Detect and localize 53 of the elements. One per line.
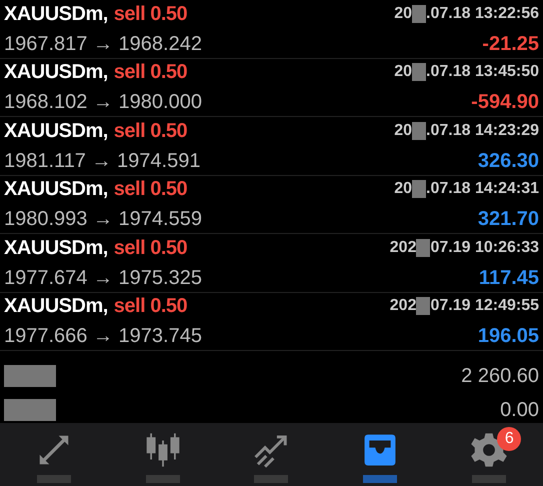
redacted-block xyxy=(412,122,426,140)
date-text: .07.18 13:45:50 xyxy=(426,62,539,82)
date-text: 20 xyxy=(394,62,412,82)
symbol-text: XAUUSDm, xyxy=(4,60,108,86)
profit-text: 326.30 xyxy=(478,148,539,174)
redacted-block xyxy=(412,4,426,23)
redacted-block xyxy=(4,399,56,421)
redacted-block xyxy=(416,297,430,316)
redacted-block xyxy=(412,180,426,198)
date-text: 07.19 12:49:55 xyxy=(430,296,539,316)
date-text: .07.18 14:24:31 xyxy=(426,179,539,200)
redacted-block xyxy=(472,475,506,483)
redacted-block xyxy=(37,475,72,483)
profit-text: 196.05 xyxy=(478,324,539,350)
profit-text: 117.45 xyxy=(478,266,539,291)
price-text: 1977.674 → 1975.325 xyxy=(4,266,202,291)
profit-text: 321.70 xyxy=(478,207,539,232)
price-text: 1977.666 → 1973.745 xyxy=(4,324,202,350)
symbol-text: XAUUSDm, xyxy=(4,2,108,27)
candlestick-icon xyxy=(144,431,182,469)
date-text: 20 xyxy=(394,120,412,141)
summary-value: 2 260.60 xyxy=(461,364,539,389)
date-text: .07.18 14:23:29 xyxy=(426,120,539,141)
date-text: 20 xyxy=(394,179,412,200)
date-text: 202 xyxy=(390,296,416,316)
order-type-text: sell 0.50 xyxy=(114,177,188,202)
symbol-text: XAUUSDm, xyxy=(4,118,108,144)
date-text: .07.18 13:22:56 xyxy=(426,4,539,24)
date-text: 20 xyxy=(394,4,412,24)
redacted-block xyxy=(146,475,180,483)
redacted-block xyxy=(254,475,288,483)
order-type-text: sell 0.50 xyxy=(114,118,188,144)
price-text: 1981.117 → 1974.591 xyxy=(4,148,200,174)
redacted-block xyxy=(363,475,398,483)
redacted-block xyxy=(4,365,56,387)
order-type-text: sell 0.50 xyxy=(114,2,188,27)
symbol-text: XAUUSDm, xyxy=(4,177,108,202)
profit-text: -594.90 xyxy=(471,90,539,116)
price-text: 1980.993 → 1974.559 xyxy=(4,207,202,232)
symbol-text: XAUUSDm, xyxy=(4,294,108,320)
redacted-block xyxy=(412,63,426,82)
notification-badge: 6 xyxy=(497,427,522,451)
price-text: 1967.817 → 1968.242 xyxy=(4,32,202,57)
order-type-text: sell 0.50 xyxy=(114,294,188,320)
order-type-text: sell 0.50 xyxy=(114,60,188,86)
date-text: 202 xyxy=(390,238,416,258)
symbol-text: XAUUSDm, xyxy=(4,236,108,261)
summary-value: 0.00 xyxy=(500,398,539,423)
profit-text: -21.25 xyxy=(482,32,539,57)
price-text: 1968.102 → 1980.000 xyxy=(4,90,202,116)
date-text: 07.19 10:26:33 xyxy=(430,238,539,258)
order-type-text: sell 0.50 xyxy=(114,236,188,261)
redacted-block xyxy=(416,238,430,257)
